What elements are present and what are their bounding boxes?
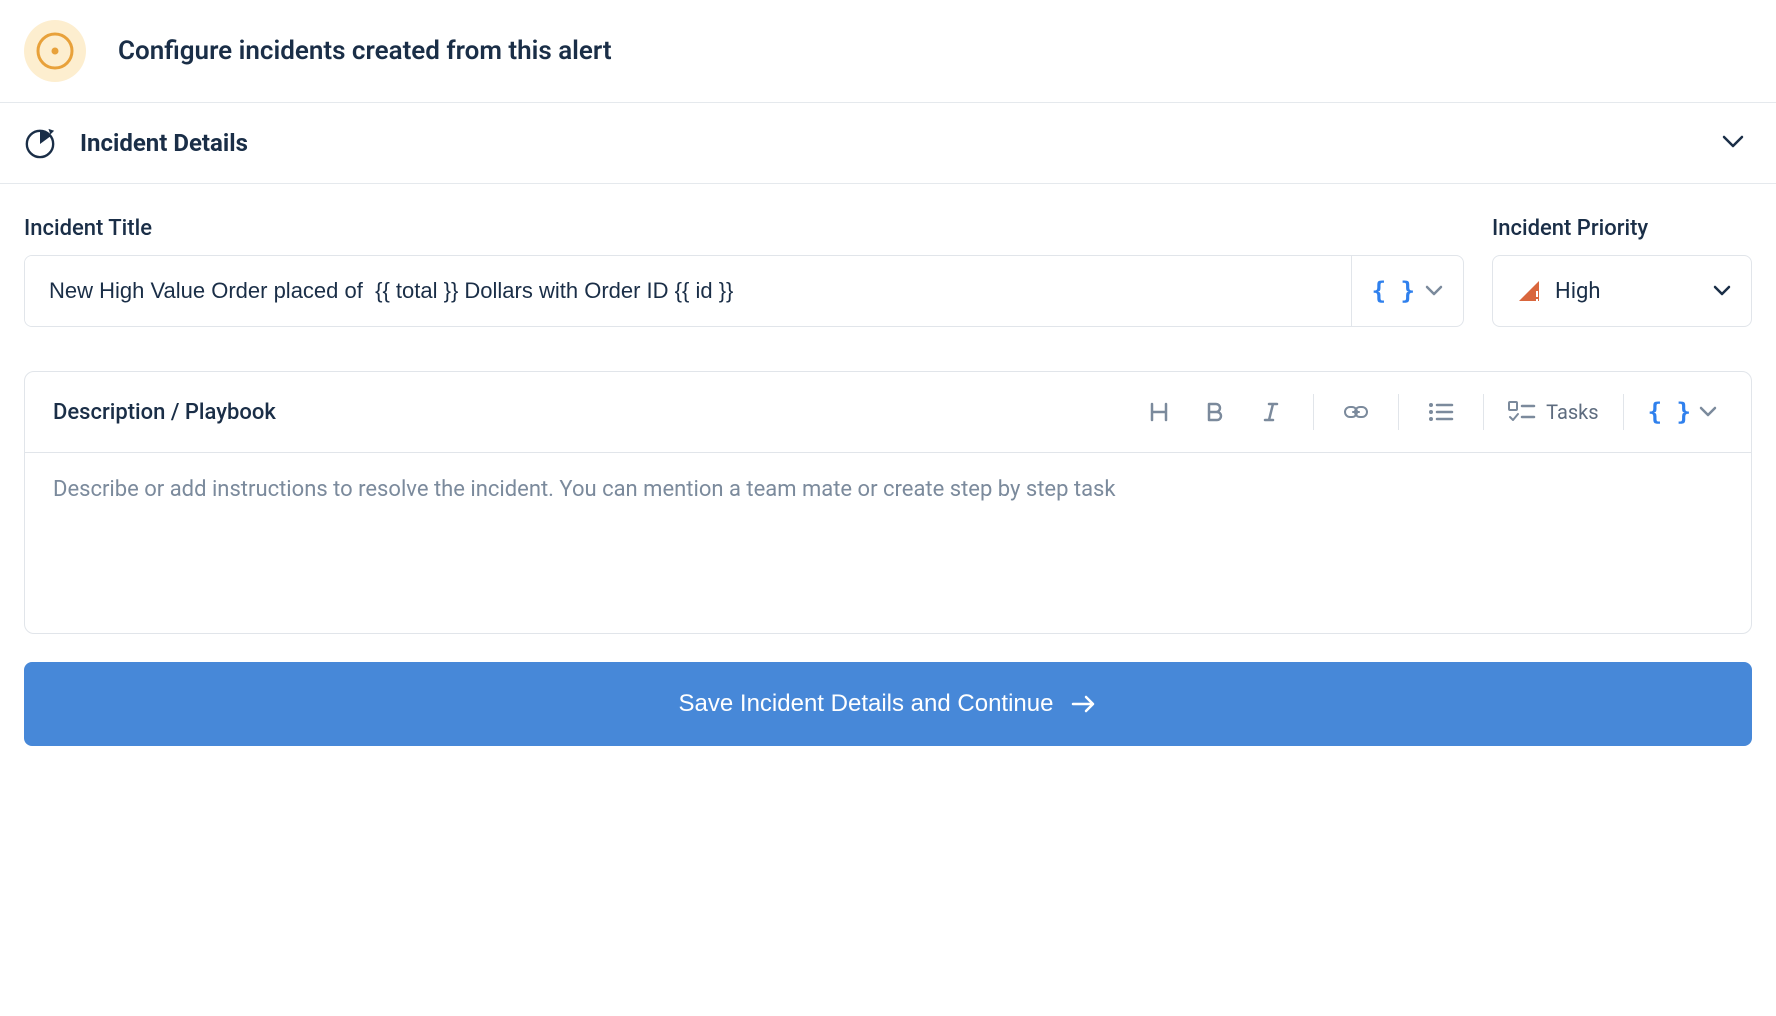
page-title: Configure incidents created from this al…: [118, 36, 612, 66]
chevron-down-icon: [1425, 285, 1443, 297]
priority-value-wrapper: High: [1517, 279, 1601, 304]
braces-icon: { }: [1372, 277, 1415, 305]
priority-select[interactable]: High: [1492, 255, 1752, 327]
incident-title-input[interactable]: [25, 256, 1351, 326]
chevron-down-icon: [1713, 285, 1731, 297]
incident-priority-label: Incident Priority: [1492, 216, 1752, 241]
editor-container: Description / Playbook: [24, 371, 1752, 634]
heading-button[interactable]: [1135, 392, 1183, 432]
bold-icon: [1203, 400, 1227, 424]
priority-high-icon: [1517, 279, 1541, 303]
list-icon: [1428, 401, 1454, 423]
editor-title: Description / Playbook: [53, 400, 276, 425]
save-button[interactable]: Save Incident Details and Continue: [24, 662, 1752, 746]
incident-title-input-group: { }: [24, 255, 1464, 327]
chevron-down-icon: [1699, 406, 1717, 418]
braces-icon: { }: [1648, 398, 1691, 426]
tasks-button[interactable]: Tasks: [1502, 400, 1605, 424]
editor-toolbar: Description / Playbook: [25, 372, 1751, 453]
toolbar-separator: [1313, 394, 1314, 430]
toolbar-separator: [1623, 394, 1624, 430]
toolbar-separator: [1398, 394, 1399, 430]
editor-body[interactable]: Describe or add instructions to resolve …: [25, 453, 1751, 633]
chevron-down-icon: [1722, 134, 1744, 153]
section-title: Incident Details: [80, 129, 248, 157]
template-variable-button[interactable]: { }: [1351, 256, 1463, 326]
page-header: Configure incidents created from this al…: [0, 0, 1776, 102]
link-button[interactable]: [1332, 392, 1380, 432]
form-row: Incident Title { } Incident Priority: [24, 216, 1752, 327]
italic-button[interactable]: [1247, 392, 1295, 432]
form-body: Incident Title { } Incident Priority: [0, 184, 1776, 770]
tasks-icon: [1508, 401, 1536, 423]
save-button-label: Save Incident Details and Continue: [679, 690, 1054, 718]
target-icon: [24, 20, 86, 82]
italic-icon: [1259, 400, 1283, 424]
list-button[interactable]: [1417, 392, 1465, 432]
editor-template-button[interactable]: { }: [1642, 398, 1723, 426]
incident-title-field: Incident Title { }: [24, 216, 1464, 327]
priority-value: High: [1555, 279, 1601, 304]
editor-placeholder: Describe or add instructions to resolve …: [53, 477, 1723, 502]
toolbar-separator: [1483, 394, 1484, 430]
heading-icon: [1147, 400, 1171, 424]
bold-button[interactable]: [1191, 392, 1239, 432]
link-icon: [1343, 404, 1369, 420]
incident-priority-field: Incident Priority High: [1492, 216, 1752, 327]
clock-icon: [24, 127, 56, 159]
tasks-label: Tasks: [1546, 400, 1599, 424]
arrow-right-icon: [1071, 694, 1097, 714]
incident-title-label: Incident Title: [24, 216, 1464, 241]
section-header[interactable]: Incident Details: [0, 103, 1776, 183]
